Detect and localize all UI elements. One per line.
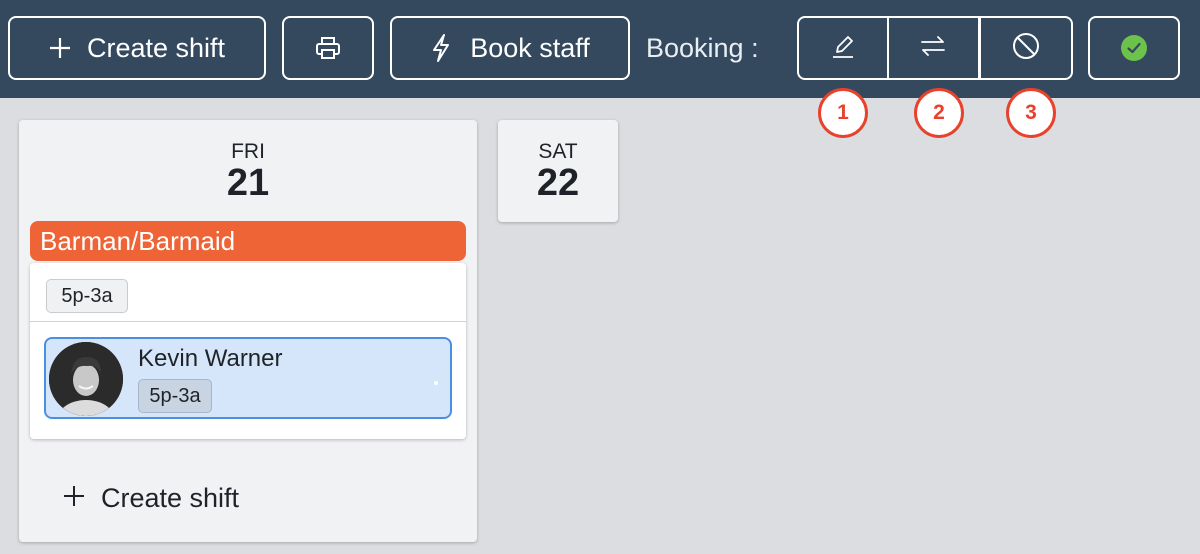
annotation-marker-1: 1 [818,88,868,138]
check-circle-icon [1120,34,1148,62]
annotation-marker-3: 3 [1006,88,1056,138]
printer-icon [315,36,341,60]
prohibit-icon [1011,31,1041,66]
create-shift-button[interactable]: Create shift [8,16,266,80]
day-header: SAT 22 [498,140,618,202]
day-of-week: FRI [231,140,265,163]
day-column-sat[interactable]: SAT 22 [498,120,618,222]
toolbar: Create shift Book staff Booking : [0,0,1200,98]
create-shift-label: Create shift [86,32,226,63]
role-header[interactable]: Barman/Barmaid [30,221,466,261]
staff-time-chip: 5p-3a [138,379,212,413]
lightning-icon [430,34,452,62]
day-of-week: SAT [538,140,578,163]
divider [30,321,466,322]
add-shift-button[interactable]: Create shift [63,480,239,516]
booking-label: Booking : [646,33,759,63]
day-header: FRI 21 [19,140,477,202]
day-number: 22 [536,162,580,204]
day-number: 21 [226,162,270,204]
confirm-button[interactable] [1088,16,1180,80]
booking-edit-button[interactable] [797,16,889,80]
booking-cancel-button[interactable] [979,16,1073,80]
pencil-icon [830,33,856,64]
booking-swap-button[interactable] [888,16,980,80]
book-staff-label: Book staff [470,32,590,63]
plus-icon [49,37,71,59]
day-column-fri: FRI 21 Barman/Barmaid 5p-3a Kevin Warner… [19,120,477,542]
staff-name: Kevin Warner [138,345,283,372]
avatar [49,342,123,416]
shift-time-chip: 5p-3a [46,279,128,313]
plus-icon [63,483,85,514]
add-shift-label: Create shift [101,482,240,513]
shift-card[interactable]: 5p-3a Kevin Warner 5p-3a [30,263,466,439]
annotation-marker-2: 2 [914,88,964,138]
staff-assignment[interactable]: Kevin Warner 5p-3a [44,337,452,419]
swap-arrows-icon [919,34,947,63]
print-button[interactable] [282,16,374,80]
status-dot [434,381,438,385]
book-staff-button[interactable]: Book staff [390,16,630,80]
